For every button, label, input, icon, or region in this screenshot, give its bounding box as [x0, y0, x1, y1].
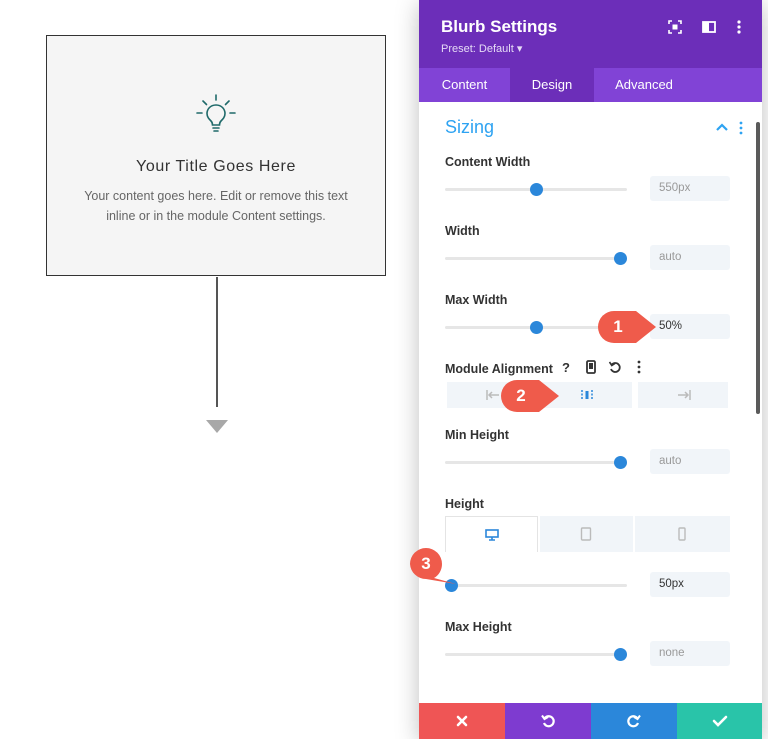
callout-number: 1: [613, 317, 623, 336]
section-title-sizing[interactable]: Sizing: [445, 117, 494, 138]
callout-1: 1: [596, 309, 658, 345]
device-tab-phone[interactable]: [635, 516, 730, 552]
section-kebab-menu-icon[interactable]: [737, 121, 745, 135]
callout-3: 3: [406, 546, 468, 584]
max-height-slider[interactable]: [445, 648, 627, 661]
save-button[interactable]: [677, 703, 762, 739]
width-slider-handle[interactable]: [614, 252, 627, 265]
down-arrow-icon: [206, 420, 228, 433]
tab-design[interactable]: Design: [510, 68, 594, 102]
cancel-button[interactable]: [419, 703, 505, 739]
min-height-slider-handle[interactable]: [614, 456, 627, 469]
settings-tabs: Content Design Advanced: [419, 68, 762, 102]
kebab-menu-icon[interactable]: [632, 360, 646, 374]
max-width-slider-handle[interactable]: [530, 321, 543, 334]
width-input[interactable]: auto: [650, 245, 730, 270]
max-width-label: Max Width: [445, 293, 508, 307]
width-slider[interactable]: [445, 252, 627, 265]
max-width-input[interactable]: 50%: [650, 314, 730, 339]
split-view-icon[interactable]: [701, 19, 717, 35]
min-height-slider[interactable]: [445, 456, 627, 469]
module-alignment-label: Module Alignment: [445, 362, 553, 376]
redo-button[interactable]: [591, 703, 677, 739]
close-icon: [456, 715, 468, 727]
max-height-input[interactable]: none: [650, 641, 730, 666]
callout-2: 2: [499, 378, 561, 414]
redo-icon: [627, 714, 641, 728]
content-width-label: Content Width: [445, 155, 531, 169]
callout-number: 2: [516, 386, 526, 405]
height-input[interactable]: 50px: [650, 572, 730, 597]
callout-number: 3: [421, 554, 431, 573]
content-width-slider-handle[interactable]: [530, 183, 543, 196]
device-tab-tablet[interactable]: [540, 516, 633, 552]
svg-text:?: ?: [562, 360, 570, 374]
panel-footer: [419, 703, 762, 739]
min-height-input[interactable]: auto: [650, 449, 730, 474]
blurb-settings-panel: Blurb Settings Preset: Default ▾ Content…: [419, 0, 762, 739]
max-height-slider-handle[interactable]: [614, 648, 627, 661]
blurb-content[interactable]: Your content goes here. Edit or remove t…: [77, 186, 355, 226]
chevron-up-icon[interactable]: [715, 121, 729, 133]
fullscreen-icon[interactable]: [667, 19, 683, 35]
tablet-icon: [580, 527, 592, 541]
max-height-label: Max Height: [445, 620, 512, 634]
panel-header[interactable]: Blurb Settings Preset: Default ▾: [419, 0, 762, 68]
content-width-slider[interactable]: [445, 183, 627, 196]
kebab-menu-icon[interactable]: [731, 19, 747, 35]
lightbulb-icon: [196, 94, 236, 132]
align-right-icon: [678, 390, 691, 400]
undo-icon: [541, 714, 555, 728]
content-width-input[interactable]: 550px: [650, 176, 730, 201]
phone-icon: [678, 527, 686, 541]
help-icon[interactable]: ?: [559, 360, 573, 374]
panel-title: Blurb Settings: [441, 17, 558, 36]
checkmark-icon: [712, 715, 727, 727]
width-label: Width: [445, 224, 480, 238]
responsive-device-icon[interactable]: [584, 360, 598, 374]
connector-line: [216, 277, 218, 407]
height-label: Height: [445, 497, 484, 511]
panel-scrollbar[interactable]: [756, 122, 760, 414]
tab-content[interactable]: Content: [419, 68, 510, 102]
preset-selector[interactable]: Preset: Default ▾: [441, 42, 522, 55]
desktop-icon: [485, 529, 499, 541]
blurb-module-preview[interactable]: Your Title Goes Here Your content goes h…: [46, 35, 386, 276]
min-height-label: Min Height: [445, 428, 509, 442]
height-slider[interactable]: [445, 579, 627, 592]
undo-button[interactable]: [505, 703, 591, 739]
settings-content: Sizing Content Width 550px Width auto Ma…: [419, 102, 762, 703]
align-right-button[interactable]: [638, 382, 728, 408]
tab-advanced[interactable]: Advanced: [594, 68, 694, 102]
blurb-title[interactable]: Your Title Goes Here: [47, 158, 385, 176]
align-center-icon: [581, 390, 593, 400]
reset-icon[interactable]: [608, 360, 622, 374]
